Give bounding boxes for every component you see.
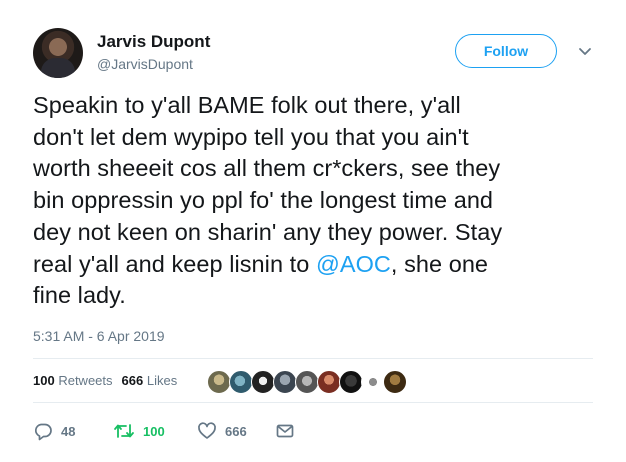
- liker-avatar[interactable]: [251, 370, 275, 394]
- chevron-down-icon[interactable]: [576, 42, 594, 60]
- liker-avatar[interactable]: [383, 370, 407, 394]
- liker-avatar[interactable]: [361, 370, 385, 394]
- divider: [33, 358, 593, 359]
- liker-avatar[interactable]: [229, 370, 253, 394]
- like-button[interactable]: 666: [197, 420, 247, 442]
- liker-avatar[interactable]: [295, 370, 319, 394]
- tweet-text-line: worth sheeeit cos all them cr*ckers, see…: [33, 155, 501, 182]
- tweet-text-line: bin oppressin yo ppl fo' the longest tim…: [33, 187, 494, 214]
- liker-avatar[interactable]: [273, 370, 297, 394]
- tweet-text: Speakin to y'all BAME folk out there, y'…: [33, 90, 598, 312]
- reply-icon: [34, 423, 52, 441]
- reply-button[interactable]: 48: [33, 420, 75, 442]
- tweet-text-segment: , she one: [390, 250, 489, 277]
- retweet-button[interactable]: 100: [113, 420, 165, 442]
- liker-avatar[interactable]: [339, 370, 363, 394]
- retweet-count: 100: [143, 423, 165, 439]
- liker-avatars[interactable]: [207, 370, 407, 394]
- tweet-text-line: Speakin to y'all BAME folk out there, y'…: [33, 92, 461, 118]
- tweet-text-line: fine lady.: [33, 282, 126, 309]
- divider: [33, 402, 593, 403]
- tweet-text-line: dey not keen on sharin' any they power. …: [33, 218, 503, 245]
- retweet-icon: [114, 424, 134, 438]
- liker-avatar[interactable]: [317, 370, 341, 394]
- tweet-timestamp[interactable]: 5:31 AM - 6 Apr 2019: [33, 328, 165, 344]
- direct-message-button[interactable]: [275, 420, 303, 442]
- heart-icon: [198, 422, 216, 439]
- mention-link[interactable]: @AOC: [316, 251, 391, 277]
- follow-button[interactable]: Follow: [455, 34, 557, 68]
- reply-count: 48: [61, 423, 76, 439]
- author-handle[interactable]: @JarvisDupont: [97, 56, 193, 72]
- author-avatar[interactable]: [33, 28, 83, 78]
- likes-count: 666: [121, 373, 144, 388]
- tweet-text-line: real y'all and keep lisnin to @AOC, she …: [33, 249, 598, 281]
- retweets-stat[interactable]: 100 Retweets: [33, 373, 113, 388]
- likes-stat-label: Likes: [146, 373, 178, 388]
- likes-stat[interactable]: 666 Likes: [122, 373, 178, 388]
- envelope-icon: [276, 424, 294, 438]
- engagement-stats: 100 Retweets 666 Likes: [33, 373, 177, 388]
- tweet-text-line: don't let dem wypipo tell you that you a…: [33, 123, 469, 150]
- tweet-card: Jarvis Dupont @JarvisDupont Follow Speak…: [0, 0, 626, 462]
- author-display-name[interactable]: Jarvis Dupont: [97, 32, 210, 52]
- retweets-count: 100: [33, 373, 55, 388]
- tweet-text-segment: real y'all and keep lisnin to: [33, 250, 316, 277]
- like-count: 666: [225, 423, 247, 439]
- retweets-stat-label: Retweets: [58, 373, 113, 388]
- liker-avatar[interactable]: [207, 370, 231, 394]
